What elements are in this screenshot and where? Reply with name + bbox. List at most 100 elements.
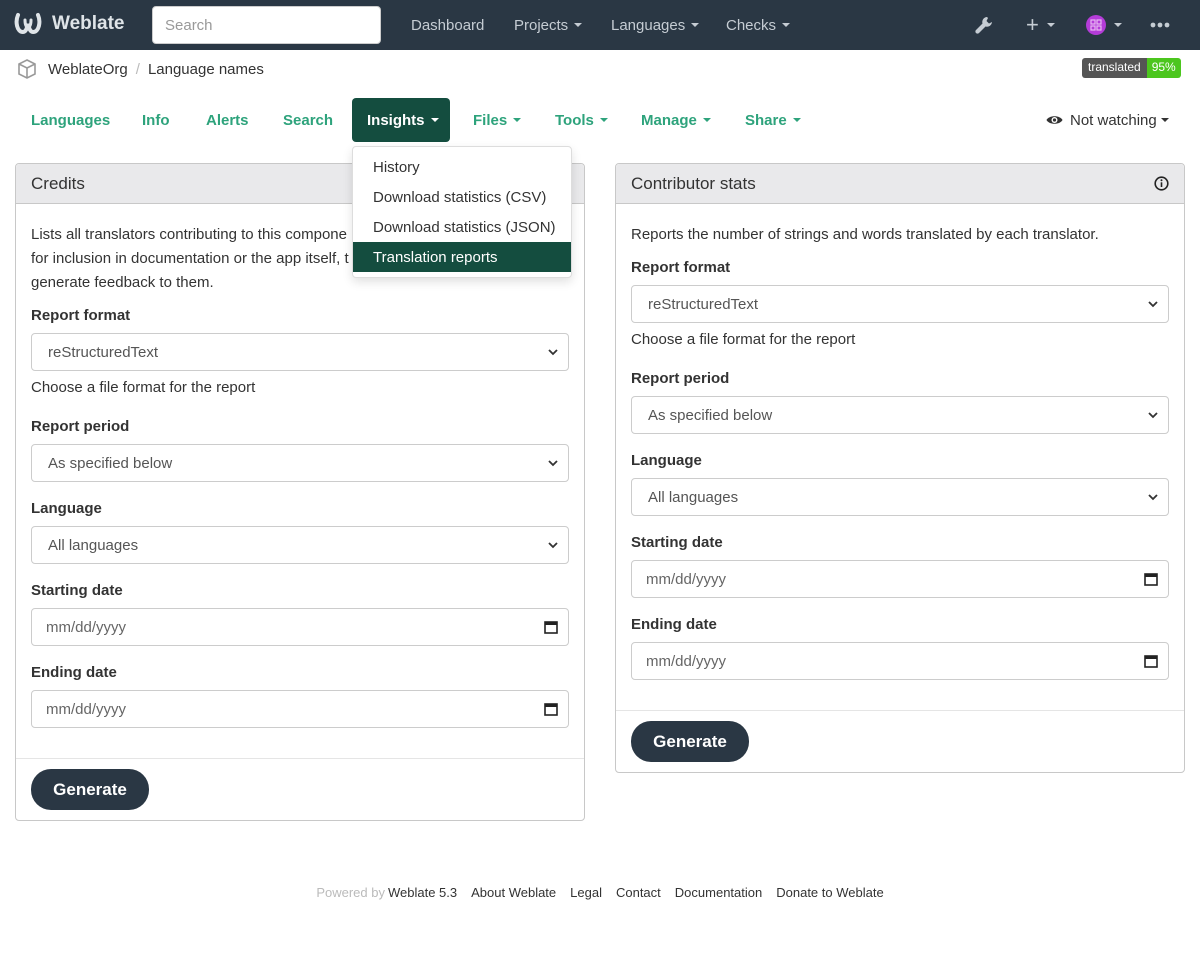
credits-report-format-select[interactable]: reStructuredText <box>31 333 569 371</box>
date-placeholder: mm/dd/yyyy <box>46 618 127 636</box>
contributor-title: Contributor stats <box>631 173 756 193</box>
tab-label: Search <box>283 111 334 129</box>
tab-insights[interactable]: Insights <box>352 98 450 142</box>
footer-link-legal[interactable]: Legal <box>570 885 602 900</box>
contributor-report-period-label: Report period <box>631 370 730 387</box>
nav-checks[interactable]: Checks <box>726 0 791 50</box>
tab-tools[interactable]: Tools <box>540 98 623 142</box>
chevron-down-icon <box>548 348 558 355</box>
credits-start-date-input[interactable]: mm/dd/yyyy <box>31 608 569 646</box>
calendar-icon[interactable] <box>544 702 558 716</box>
breadcrumb-component[interactable]: Language names <box>148 61 264 78</box>
description-line: Lists all translators contributing to th… <box>31 226 347 243</box>
footer-link-weblate-version[interactable]: Weblate 5.3 <box>388 885 457 900</box>
insights-dropdown-menu: History Download statistics (CSV) Downlo… <box>352 146 572 278</box>
contributor-stats-panel: Contributor stats Reports the number of … <box>615 163 1185 773</box>
caret-down-icon <box>1114 23 1122 27</box>
tab-manage[interactable]: Manage <box>626 98 726 142</box>
credits-title: Credits <box>31 173 85 193</box>
caret-down-icon <box>574 23 583 27</box>
description-line: generate feedback to them. <box>31 274 214 291</box>
nav-projects-label: Projects <box>514 16 569 34</box>
chevron-down-icon <box>1148 300 1158 307</box>
contributor-report-format-label: Report format <box>631 259 731 276</box>
contributor-end-date-input[interactable]: mm/dd/yyyy <box>631 642 1169 680</box>
calendar-icon[interactable] <box>544 620 558 634</box>
contributor-report-format-select[interactable]: reStructuredText <box>631 285 1169 323</box>
contributor-start-date-input[interactable]: mm/dd/yyyy <box>631 560 1169 598</box>
credits-report-period-select[interactable]: As specified below <box>31 444 569 482</box>
contributor-report-format-help: Choose a file format for the report <box>631 331 856 348</box>
credits-language-select[interactable]: All languages <box>31 526 569 564</box>
status-badge-label: translated <box>1082 58 1147 78</box>
powered-by-text: Powered by <box>316 885 385 900</box>
breadcrumb-separator: / <box>135 60 140 78</box>
chevron-down-icon <box>548 459 558 466</box>
tab-files[interactable]: Files <box>458 98 536 142</box>
menu-item-history[interactable]: History <box>353 152 571 182</box>
footer-link-contact[interactable]: Contact <box>616 885 661 900</box>
tab-search[interactable]: Search <box>268 98 348 142</box>
tab-label: Files <box>473 111 508 129</box>
breadcrumb-project[interactable]: WeblateOrg <box>48 61 128 78</box>
brand-logo[interactable]: Weblate <box>14 12 125 36</box>
footer-link-documentation[interactable]: Documentation <box>675 885 762 900</box>
wrench-button[interactable] <box>974 0 994 50</box>
page-footer: Powered by Weblate 5.3 About Weblate Leg… <box>0 885 1200 900</box>
info-icon[interactable] <box>1154 176 1169 191</box>
status-badge-value: 95% <box>1146 58 1181 78</box>
contributor-panel-footer <box>616 710 1184 711</box>
menu-item-download-csv[interactable]: Download statistics (CSV) <box>353 182 571 212</box>
nav-dashboard[interactable]: Dashboard <box>411 0 484 50</box>
tab-alerts[interactable]: Alerts <box>191 98 264 142</box>
weblate-logo-icon <box>14 13 42 35</box>
user-menu[interactable] <box>1086 0 1122 50</box>
select-value: reStructuredText <box>648 295 759 313</box>
date-placeholder: mm/dd/yyyy <box>646 570 727 588</box>
footer-link-donate[interactable]: Donate to Weblate <box>776 885 883 900</box>
credits-description: Lists all translators contributing to th… <box>31 223 349 295</box>
tab-info[interactable]: Info <box>127 98 185 142</box>
tab-languages[interactable]: Languages <box>16 98 125 142</box>
caret-down-icon <box>1160 118 1169 122</box>
menu-item-download-json[interactable]: Download statistics (JSON) <box>353 212 571 242</box>
nav-languages[interactable]: Languages <box>611 0 700 50</box>
credits-report-format-label: Report format <box>31 307 131 324</box>
watch-toggle[interactable]: Not watching <box>1046 98 1169 142</box>
nav-languages-label: Languages <box>611 16 686 34</box>
tab-share[interactable]: Share <box>730 98 816 142</box>
brand-name: Weblate <box>52 13 125 34</box>
contributor-generate-button[interactable]: Generate <box>631 721 749 762</box>
chevron-down-icon <box>1148 411 1158 418</box>
more-button[interactable] <box>1150 0 1170 50</box>
calendar-icon[interactable] <box>1144 572 1158 586</box>
select-value: As specified below <box>48 454 173 472</box>
credits-generate-button[interactable]: Generate <box>31 769 149 810</box>
tab-label: Manage <box>641 111 697 129</box>
description-line: for inclusion in documentation or the ap… <box>31 250 349 267</box>
caret-down-icon <box>691 23 700 27</box>
project-cube-icon <box>18 59 36 79</box>
tab-label: Alerts <box>206 111 249 129</box>
status-badge[interactable]: translated 95% <box>1082 58 1181 78</box>
calendar-icon[interactable] <box>1144 654 1158 668</box>
date-placeholder: mm/dd/yyyy <box>646 652 727 670</box>
eye-icon <box>1046 116 1063 124</box>
plus-icon: + <box>1026 12 1039 37</box>
select-value: reStructuredText <box>48 343 159 361</box>
caret-down-icon <box>1046 23 1055 27</box>
avatar <box>1086 15 1106 35</box>
credits-end-date-input[interactable]: mm/dd/yyyy <box>31 690 569 728</box>
contributor-report-period-select[interactable]: As specified below <box>631 396 1169 434</box>
menu-item-translation-reports[interactable]: Translation reports <box>353 242 571 272</box>
contributor-start-date-label: Starting date <box>631 534 723 551</box>
nav-projects[interactable]: Projects <box>514 0 583 50</box>
caret-down-icon <box>782 23 791 27</box>
search-input[interactable] <box>152 6 381 44</box>
select-value: All languages <box>48 536 139 554</box>
credits-report-period-label: Report period <box>31 418 130 435</box>
credits-report-format-help: Choose a file format for the report <box>31 379 256 396</box>
add-button[interactable]: + <box>1026 0 1055 50</box>
contributor-language-select[interactable]: All languages <box>631 478 1169 516</box>
footer-link-about[interactable]: About Weblate <box>471 885 556 900</box>
